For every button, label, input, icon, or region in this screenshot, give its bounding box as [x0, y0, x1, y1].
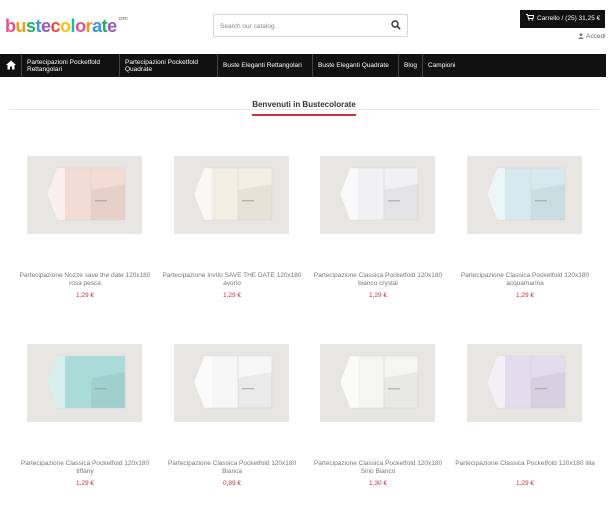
logo-letter: e	[41, 16, 51, 36]
pocketfold-invitation-image	[320, 156, 435, 234]
product-price: 1,30 €	[368, 480, 388, 487]
nav-item-blog[interactable]: Blog	[399, 54, 423, 77]
pocketfold-invitation-image	[27, 156, 142, 234]
nav-item-pocketfold-quadrate[interactable]: Partecipazioni Pocketfold Quadrate	[120, 54, 218, 77]
site-logo[interactable]: bustecolorate.com	[5, 16, 128, 37]
product-name[interactable]: Partecipazione Classica Pocketfold 120x1…	[162, 460, 302, 476]
login-link[interactable]: Accedi	[578, 33, 606, 40]
product-price: 1,29 €	[515, 292, 535, 299]
section-header: Benvenuti in Bustecolorate	[10, 94, 598, 116]
site-header: bustecolorate.com Carrello / (25) 31,25 …	[0, 0, 610, 52]
product-price: 1,29 €	[222, 292, 242, 299]
product-name[interactable]: Partecipazione Classica Pocketfold 120x1…	[308, 460, 448, 476]
product-image[interactable]	[27, 344, 142, 422]
product-name[interactable]: Partecipazione Classica Pocketfold 120x1…	[455, 272, 595, 288]
pocketfold-invitation-image	[320, 344, 435, 422]
product-image[interactable]	[467, 344, 582, 422]
nav-item-campioni[interactable]: Campioni	[423, 54, 463, 77]
product-price: 1,29 €	[75, 480, 95, 487]
product-price: 1,29 €	[515, 480, 535, 487]
logo-letter: c	[50, 16, 61, 36]
logo-letter: o	[75, 16, 86, 36]
nav-item-buste-quadrate[interactable]: Buste Eleganti Quadrate	[313, 54, 399, 77]
product-price: 1,29 €	[75, 292, 95, 299]
product-image[interactable]	[174, 344, 289, 422]
login-label: Accedi	[586, 33, 606, 40]
nav-item-pocketfold-rettangolari[interactable]: Partecipazioni Pocketfold Rettangolari	[22, 54, 120, 77]
logo-letter: u	[15, 16, 27, 36]
product-image[interactable]	[320, 156, 435, 234]
pocketfold-invitation-image	[27, 344, 142, 422]
search-bar	[213, 14, 408, 37]
nav-home[interactable]	[0, 54, 22, 77]
product-name[interactable]: Partecipazione Classica Pocketfold 120x1…	[455, 460, 595, 468]
product-image[interactable]	[27, 156, 142, 234]
logo-tld: .com	[117, 16, 128, 22]
search-icon[interactable]	[391, 20, 401, 30]
product-image[interactable]	[467, 156, 582, 234]
section-title: Benvenuti in Bustecolorate	[252, 100, 356, 116]
pocketfold-invitation-image	[174, 344, 289, 422]
logo-letter: o	[60, 16, 71, 36]
shopping-cart-icon	[526, 14, 534, 21]
home-icon	[6, 60, 16, 70]
product-name[interactable]: Partecipazione Classica Pocketfold 120x1…	[308, 272, 448, 288]
pocketfold-invitation-image	[174, 156, 289, 234]
pocketfold-invitation-image	[467, 156, 582, 234]
product-image[interactable]	[320, 344, 435, 422]
logo-letter: e	[107, 16, 117, 36]
main-nav: Partecipazioni Pocketfold Rettangolari P…	[0, 54, 606, 77]
logo-letter: b	[5, 16, 16, 36]
pocketfold-invitation-image	[467, 344, 582, 422]
user-icon	[578, 33, 584, 39]
product-image[interactable]	[174, 156, 289, 234]
logo-letter: a	[92, 16, 102, 36]
product-name[interactable]: Partecipazione Invito SAVE THE DATE 120x…	[162, 272, 302, 288]
cart-label: Carrello / (25) 31,25 €	[537, 15, 601, 22]
search-input[interactable]	[214, 16, 374, 37]
nav-item-buste-rettangolari[interactable]: Buste Eleganti Rettangolari	[218, 54, 313, 77]
cart-button[interactable]: Carrello / (25) 31,25 €	[520, 10, 605, 28]
product-name[interactable]: Partecipazione Classica Pocketfold 120x1…	[15, 460, 155, 476]
logo-letter: s	[26, 16, 36, 36]
product-name[interactable]: Partecipazione Nozze save the date 120x1…	[15, 272, 155, 288]
product-price: 1,29 €	[368, 292, 388, 299]
product-price: 0,89 €	[222, 480, 242, 487]
